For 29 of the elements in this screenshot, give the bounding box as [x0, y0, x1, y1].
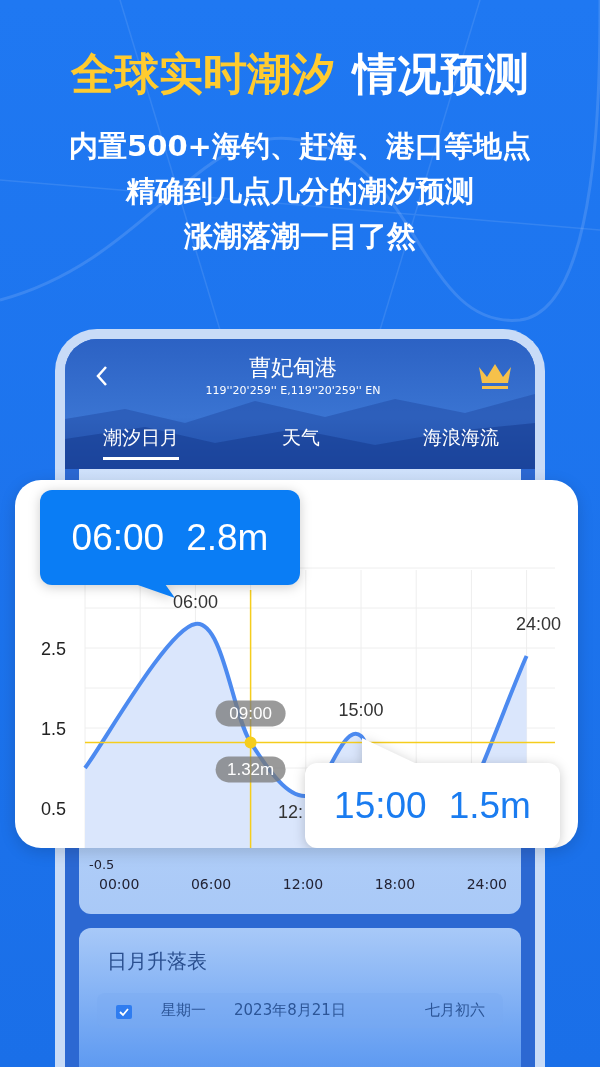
point-time-label: 24:00	[516, 614, 562, 634]
date: 2023年8月21日	[234, 1001, 346, 1020]
headline-highlight: 全球实时潮汐	[71, 47, 335, 101]
y-axis-label: 2.5	[41, 639, 67, 659]
time-axis-label: 18:00	[374, 876, 416, 892]
time-axis-label: 06:00	[190, 876, 232, 892]
headline: 情况预测	[353, 47, 529, 101]
card-title: 日月升落表	[106, 948, 208, 975]
port-title: 曹妃甸港	[249, 354, 337, 382]
time-badge: 09:00	[215, 700, 286, 727]
back-icon[interactable]	[95, 365, 109, 387]
value-badge: 1.32m	[215, 756, 286, 783]
time-axis-label: 12:00	[282, 876, 324, 892]
weekday: 星期一	[161, 1001, 206, 1020]
y-axis-label: 0.5	[41, 799, 67, 819]
point-time-label: 12:	[277, 802, 303, 822]
coordinates: 119''20'259'' E,119''20'259'' EN	[205, 383, 381, 399]
axis-label: -0.5	[89, 857, 115, 872]
time-axis-label: 24:00	[466, 876, 507, 892]
subtitle-line: 精确到几点几分的潮汐预测	[126, 173, 474, 210]
tab[interactable]: 海浪海流	[423, 421, 499, 460]
point-time-label: 15:00	[338, 700, 384, 720]
subtitle-line: 内置500+海钓、赶海、港口等地点	[69, 128, 531, 165]
tab[interactable]: 潮汐日月	[103, 421, 179, 460]
y-axis-label: 1.5	[41, 719, 67, 739]
tab[interactable]: 天气	[282, 421, 320, 460]
time-axis-label: 00:00	[99, 876, 140, 892]
lunar-date: 七月初六	[425, 1001, 485, 1020]
subtitle-line: 涨潮落潮一目了然	[184, 218, 416, 255]
